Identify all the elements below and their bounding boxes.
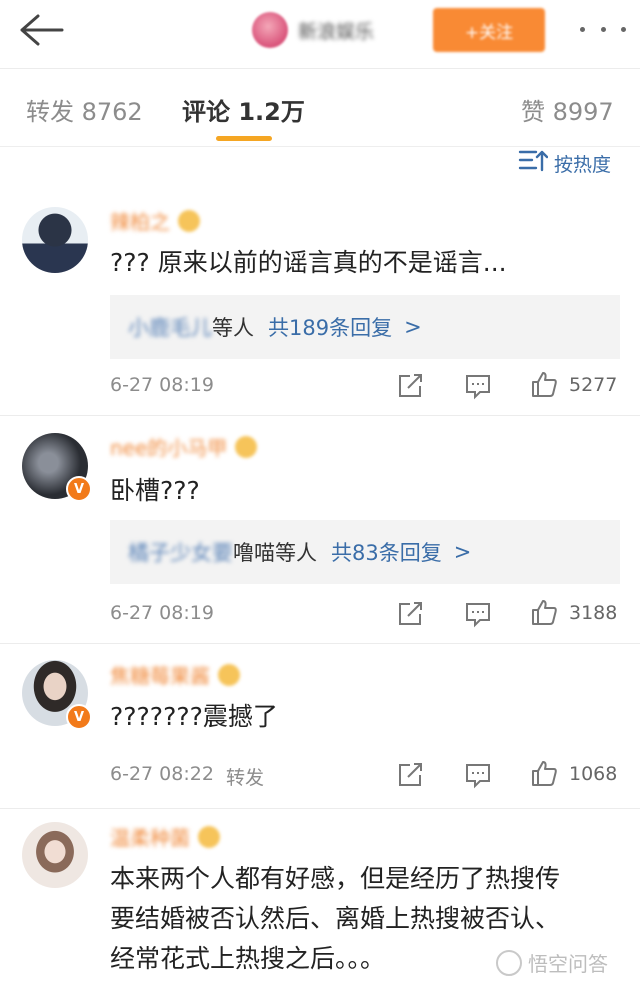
comment-text: ???????震撼了 <box>110 702 278 731</box>
username: nee的小马甲 <box>110 436 228 460</box>
comment-author[interactable]: 辣柏之 <box>110 206 200 235</box>
comment-text-line: 要结婚被否认然后、离婚上热搜被否认、 <box>110 904 561 933</box>
sort-label: 按热度 <box>554 154 612 176</box>
medal-icon <box>198 825 220 848</box>
reply-names: 橘子少女要 <box>128 541 233 565</box>
avatar[interactable] <box>22 822 88 888</box>
reply-summary[interactable]: 小鹿毛儿 等人 共189条回复 > <box>110 295 620 359</box>
reply-suffix: 等人 <box>275 541 317 565</box>
like-icon[interactable] <box>530 370 558 398</box>
like-count: 3188 <box>569 602 618 624</box>
verified-badge-icon: V <box>66 704 92 730</box>
repost-icon[interactable] <box>396 761 424 789</box>
reply-count: 共83条回复 <box>331 541 442 565</box>
comment-text: ??? 原来以前的谣言真的不是谣言... <box>110 248 507 277</box>
comment-icon[interactable] <box>464 372 492 400</box>
sort-icon <box>518 148 549 179</box>
account-header[interactable]: 新浪娱乐 <box>252 10 374 50</box>
watermark-text: 悟空问答 <box>528 952 608 976</box>
medal-icon <box>218 663 240 686</box>
verified-badge-icon: V <box>66 476 92 502</box>
comment-author[interactable]: 温柔种菌 <box>110 822 220 851</box>
medal-icon <box>178 209 200 232</box>
divider <box>0 415 640 416</box>
reply-names-visible: 噜喵 <box>233 541 275 565</box>
chevron-right-icon: > <box>404 315 422 339</box>
comment-icon[interactable] <box>464 600 492 628</box>
repost-label[interactable]: 转发 <box>226 763 264 790</box>
reply-suffix: 等人 <box>212 316 254 340</box>
username: 辣柏之 <box>110 210 170 234</box>
divider <box>0 643 640 644</box>
username: 焦糖莓果酱 <box>110 664 210 688</box>
comment-author[interactable]: nee的小马甲 <box>110 432 258 461</box>
repost-icon[interactable] <box>396 372 424 400</box>
comment-text: 卧槽??? <box>110 476 200 505</box>
like-icon[interactable] <box>530 598 558 626</box>
comment-text-line: 本来两个人都有好感，但是经历了热搜传 <box>110 864 561 893</box>
avatar[interactable] <box>22 207 88 273</box>
watermark-logo-icon <box>496 949 522 976</box>
follow-button[interactable]: +关注 <box>433 8 545 52</box>
reply-summary[interactable]: 橘子少女要 噜喵 等人 共83条回复 > <box>110 520 620 584</box>
account-name: 新浪娱乐 <box>298 20 375 43</box>
divider <box>0 808 640 809</box>
divider <box>0 146 640 147</box>
sort-by-heat[interactable]: 按热度 <box>518 148 611 179</box>
tab-reposts[interactable]: 转发 8762 <box>26 92 143 127</box>
more-options-icon[interactable] <box>580 14 626 44</box>
like-icon[interactable] <box>530 759 558 787</box>
like-count: 1068 <box>569 763 618 785</box>
medal-icon <box>235 435 258 458</box>
reply-count: 共189条回复 <box>268 316 393 340</box>
back-arrow-icon[interactable] <box>18 12 64 48</box>
active-tab-indicator <box>216 136 272 141</box>
comment-time: 6-27 08:19 <box>110 374 214 396</box>
account-avatar <box>252 12 288 48</box>
reply-names: 小鹿毛儿 <box>128 316 212 340</box>
repost-icon[interactable] <box>396 600 424 628</box>
chevron-right-icon: > <box>453 540 472 564</box>
comment-time: 6-27 08:22 <box>110 763 214 785</box>
watermark: 悟空问答 <box>496 948 608 977</box>
username: 温柔种菌 <box>110 826 190 850</box>
comment-author[interactable]: 焦糖莓果酱 <box>110 660 240 689</box>
comment-text-line: 经常花式上热搜之后。。。 <box>110 944 386 973</box>
tab-likes[interactable]: 赞 8997 <box>521 92 614 127</box>
tab-comments[interactable]: 评论 1.2万 <box>182 92 305 127</box>
like-count: 5277 <box>569 374 618 396</box>
comment-time: 6-27 08:19 <box>110 602 214 624</box>
comment-icon[interactable] <box>464 761 492 789</box>
